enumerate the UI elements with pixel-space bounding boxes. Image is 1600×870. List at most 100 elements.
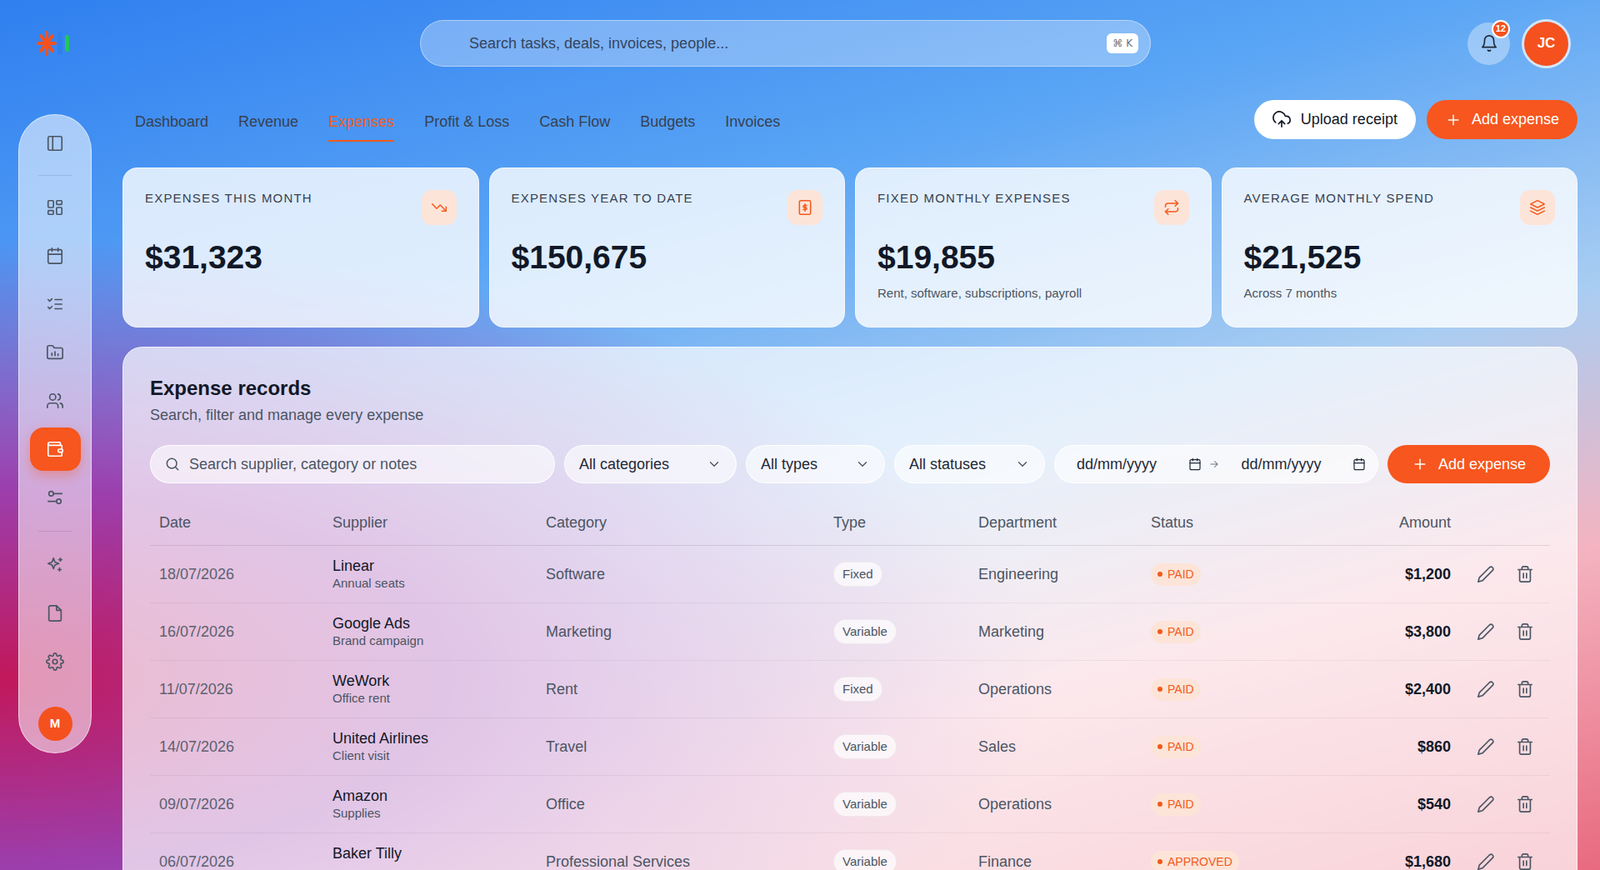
type-badge: Variable	[833, 791, 897, 818]
column-header[interactable]: Department	[969, 511, 1142, 535]
sidebar-item[interactable]	[30, 640, 81, 684]
sidebar-item[interactable]	[30, 543, 81, 587]
delete-button[interactable]	[1515, 737, 1535, 756]
sidebar-item[interactable]	[30, 282, 81, 326]
sidebar-divider	[38, 530, 72, 532]
edit-button[interactable]	[1476, 737, 1495, 756]
search-placeholder: Search tasks, deals, invoices, people...	[469, 32, 1107, 55]
workspace-avatar[interactable]: M	[38, 706, 73, 741]
status-badge: PAID	[1150, 793, 1201, 816]
checklist-icon	[45, 295, 65, 314]
type-badge: Fixed	[833, 676, 883, 703]
sidebar-item[interactable]	[30, 427, 81, 471]
filter-dropdown[interactable]: All types	[745, 445, 885, 484]
expense-table: DateSupplierCategoryTypeDepartmentStatus…	[150, 500, 1550, 870]
sidebar-item[interactable]	[30, 379, 81, 423]
trash-icon	[1515, 622, 1535, 641]
table-header: DateSupplierCategoryTypeDepartmentStatus…	[150, 500, 1550, 546]
panel-icon	[45, 134, 65, 153]
add-expense-button[interactable]: Add expense	[1387, 445, 1550, 484]
sidebar-item[interactable]	[30, 330, 81, 375]
edit-button[interactable]	[1476, 565, 1495, 584]
chevron-down-icon	[855, 456, 870, 472]
tab[interactable]: Expenses	[328, 97, 395, 142]
global-search[interactable]: Search tasks, deals, invoices, people...…	[420, 20, 1151, 67]
delete-button[interactable]	[1515, 680, 1535, 699]
wallet-icon	[45, 440, 65, 459]
sidebar-toggle[interactable]	[30, 121, 81, 165]
stat-card: FIXED MONTHLY EXPENSES$19,855Rent, softw…	[855, 167, 1212, 328]
trash-icon	[1515, 795, 1535, 814]
tab[interactable]: Profit & Loss	[424, 97, 510, 142]
type-badge: Variable	[833, 734, 897, 760]
chevron-down-icon	[1015, 456, 1030, 472]
table-row[interactable]: 16/07/2026Google AdsBrand campaignMarket…	[150, 603, 1550, 661]
plus-icon	[1445, 111, 1462, 129]
sidebar: M	[18, 114, 92, 754]
table-row[interactable]: 14/07/2026United AirlinesClient visitTra…	[150, 718, 1550, 776]
trending-down-icon	[430, 199, 448, 216]
column-header[interactable]: Category	[536, 511, 825, 535]
sidebar-item[interactable]	[30, 234, 81, 278]
grid-icon	[45, 198, 65, 217]
column-header[interactable]: Status	[1141, 511, 1335, 535]
table-row[interactable]: 18/07/2026LinearAnnual seatsSoftwareFixe…	[150, 545, 1550, 604]
date-range[interactable]: dd/mm/yyyydd/mm/yyyy	[1054, 445, 1379, 484]
shortcut-key: ⌘ K	[1106, 33, 1139, 54]
edit-button[interactable]	[1476, 622, 1495, 641]
sparkles-icon	[45, 555, 65, 575]
type-badge: Variable	[833, 849, 897, 870]
user-avatar[interactable]: JC	[1524, 21, 1569, 66]
delete-button[interactable]	[1515, 852, 1535, 870]
status-badge: PAID	[1150, 735, 1201, 759]
calendar-icon	[45, 246, 65, 265]
layers-icon	[1529, 199, 1546, 216]
delete-button[interactable]	[1515, 795, 1535, 814]
tab[interactable]: Cash Flow	[539, 97, 610, 142]
delete-button[interactable]	[1515, 622, 1535, 641]
search-icon	[164, 455, 181, 473]
sidebar-divider	[38, 175, 72, 176]
column-header[interactable]: Date	[150, 511, 324, 535]
pencil-icon	[1476, 852, 1495, 870]
column-header[interactable]: Type	[824, 511, 970, 535]
column-header[interactable]: Supplier	[323, 511, 537, 535]
add-expense-button[interactable]: Add expense	[1426, 100, 1578, 140]
edit-button[interactable]	[1476, 795, 1495, 814]
chevron-down-icon	[706, 456, 722, 472]
pencil-icon	[1476, 565, 1495, 584]
pencil-icon	[1476, 680, 1495, 699]
notifications-button[interactable]: 12	[1467, 22, 1510, 65]
tab[interactable]: Dashboard	[135, 97, 209, 142]
tab[interactable]: Revenue	[238, 97, 299, 142]
folder-chart-icon	[45, 343, 65, 362]
status-badge: PAID	[1150, 678, 1201, 701]
sidebar-item[interactable]	[30, 185, 81, 230]
type-badge: Fixed	[833, 561, 883, 588]
tab[interactable]: Invoices	[725, 97, 780, 142]
edit-button[interactable]	[1476, 852, 1495, 870]
filter-dropdown[interactable]: All statuses	[894, 445, 1045, 484]
status-badge: PAID	[1150, 620, 1201, 644]
trash-icon	[1515, 565, 1535, 584]
table-row[interactable]: 11/07/2026WeWorkOffice rentRentFixedOper…	[150, 660, 1550, 719]
table-row[interactable]: 06/07/2026Baker TillyProfessional Servic…	[150, 833, 1550, 870]
edit-button[interactable]	[1476, 680, 1495, 699]
sidebar-item[interactable]	[30, 475, 81, 520]
delete-button[interactable]	[1515, 565, 1535, 584]
column-header[interactable]: Amount	[1334, 511, 1460, 535]
filter-dropdown[interactable]: All categories	[564, 445, 737, 484]
section-tabs: Dashboard Revenue Expenses Profit & Loss Cas…	[122, 97, 780, 142]
pencil-icon	[1476, 737, 1495, 756]
sliders-icon	[45, 488, 65, 507]
upload-receipt-button[interactable]: Upload receipt	[1254, 100, 1416, 140]
records-search[interactable]: Search supplier, category or notes	[150, 445, 555, 484]
tab[interactable]: Budgets	[640, 97, 695, 142]
table-row[interactable]: 09/07/2026AmazonSuppliesOfficeVariableOp…	[150, 775, 1550, 834]
sidebar-item[interactable]	[30, 591, 81, 635]
file-icon	[45, 604, 65, 623]
top-bar: Search tasks, deals, invoices, people...…	[0, 0, 1600, 67]
plus-icon	[1411, 455, 1429, 473]
users-icon	[45, 391, 65, 410]
logo-icon[interactable]	[35, 25, 72, 62]
